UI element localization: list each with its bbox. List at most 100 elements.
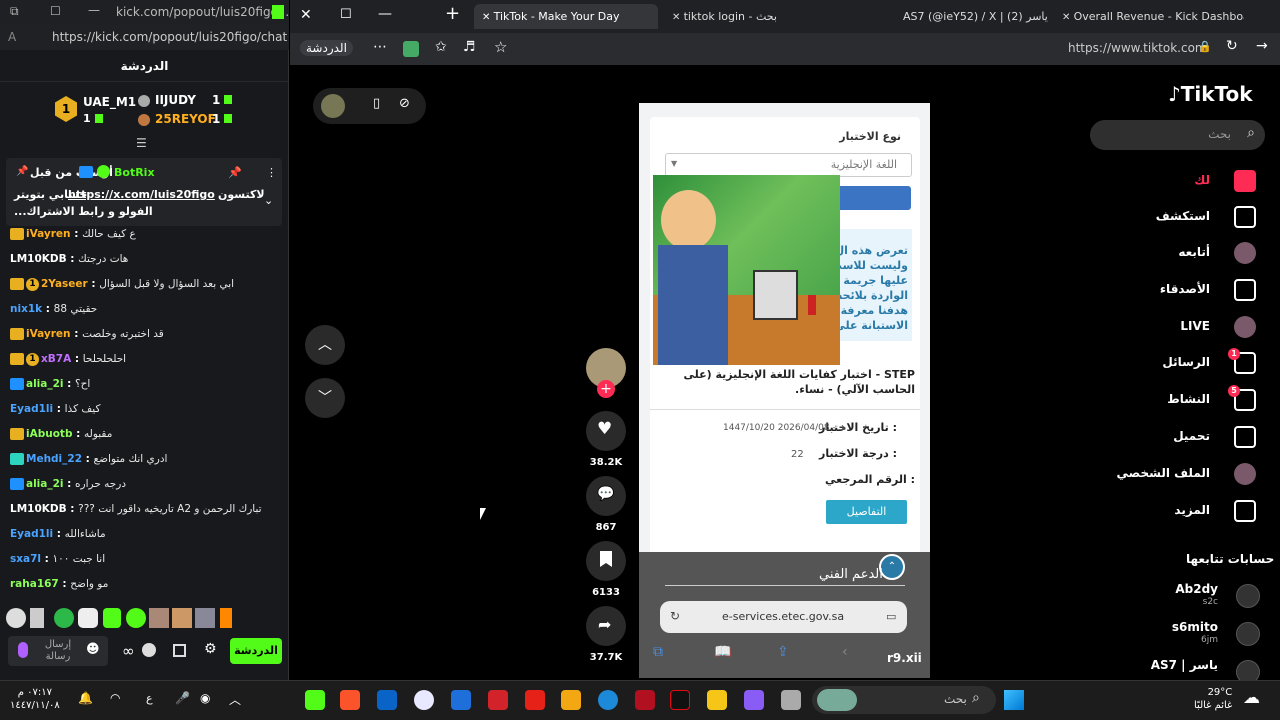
emote-icon[interactable] xyxy=(195,608,215,628)
microphone-icon[interactable] xyxy=(18,642,28,658)
close-window-icon[interactable]: ✕ xyxy=(300,7,312,23)
antivirus-icon[interactable]: ◉ xyxy=(200,691,210,705)
nav-item-6[interactable]: النشاط 5 xyxy=(1076,385,1256,411)
chat-send-button[interactable]: الدردشة xyxy=(230,638,282,664)
settings-icon[interactable]: ⚙ xyxy=(204,641,217,657)
avatar-icon[interactable] xyxy=(321,94,345,118)
follow-plus-icon[interactable]: + xyxy=(597,380,615,398)
share-button[interactable]: ➦ xyxy=(586,606,626,646)
emote-icon[interactable] xyxy=(172,608,192,628)
chat-username[interactable]: LM10KDB xyxy=(10,253,67,265)
pin-toggle-icon[interactable]: 📌 xyxy=(228,166,242,179)
nav-item-4[interactable]: LIVE xyxy=(1076,316,1256,338)
forward-icon[interactable]: → xyxy=(1256,38,1268,54)
chat-username[interactable]: Eyad1li xyxy=(10,528,53,540)
chat-username[interactable]: alia_2i xyxy=(26,478,64,490)
mail-icon[interactable] xyxy=(451,690,471,710)
nav-item-5[interactable]: الرسائل 1 xyxy=(1076,348,1256,374)
pinned-author[interactable]: BotRix xyxy=(114,166,155,179)
new-tab-icon[interactable]: + xyxy=(445,3,460,24)
office-icon[interactable] xyxy=(561,690,581,710)
taskbar-search[interactable]: بحث ⌕ xyxy=(812,686,996,714)
language-indicator[interactable]: ع xyxy=(146,692,153,705)
nav-item-8[interactable]: الملف الشخصي xyxy=(1076,463,1256,485)
chat-username[interactable]: LM10KDB xyxy=(10,503,67,515)
tiktok-logo[interactable]: ♪TikTok xyxy=(1168,82,1253,106)
phone-icon[interactable]: ▯ xyxy=(373,96,380,111)
emote-icon[interactable] xyxy=(6,608,26,628)
tab-twitter[interactable]: AS7 (@ieY52) / X | (2) ياسر xyxy=(895,4,1050,29)
tab-tiktok[interactable]: ✕ TikTok - Make Your Day xyxy=(474,4,658,29)
nav-item-1[interactable]: استكشف xyxy=(1076,206,1256,228)
close-tab-icon[interactable]: ✕ xyxy=(672,12,684,23)
l-app-icon[interactable] xyxy=(488,690,508,710)
brave-icon[interactable] xyxy=(340,690,360,710)
emote-icon[interactable] xyxy=(126,608,146,628)
add-favorite-icon[interactable]: ☆ xyxy=(494,38,507,56)
nav-item-0[interactable]: لك xyxy=(1076,170,1256,192)
wifi-icon[interactable]: ◠ xyxy=(110,691,120,705)
chat-username[interactable]: xB7A xyxy=(41,353,71,365)
compass-icon[interactable]: ⊘ xyxy=(399,96,410,111)
chrome-icon[interactable] xyxy=(414,690,434,710)
chat-username[interactable]: sxa7l xyxy=(10,553,41,565)
maximize-icon[interactable]: ☐ xyxy=(340,7,352,22)
kebab-menu-icon[interactable]: ⋮ xyxy=(266,166,277,179)
scroll-top-icon[interactable]: ⌃ xyxy=(879,554,905,580)
exam-type-select[interactable]: اللغة الإنجليزية ▼ xyxy=(665,153,912,177)
pinned-link[interactable]: https://x.com/luis20figo xyxy=(68,188,215,201)
chat-username[interactable]: iAbuotb xyxy=(26,428,72,440)
copilot-icon[interactable] xyxy=(744,690,764,710)
youtube-icon[interactable] xyxy=(525,690,545,710)
save-button[interactable] xyxy=(586,541,626,581)
microphone-icon[interactable]: 🎤 xyxy=(175,691,190,705)
nav-item-2[interactable]: أتابعه xyxy=(1076,242,1256,264)
clock[interactable]: ٠٧:١٧ م ١٤٤٧/١١/٠٨ xyxy=(10,686,60,712)
tab-kick-dashboard[interactable]: ✕ Overall Revenue - Kick Dashboard xyxy=(1054,4,1244,29)
send-message-input[interactable]: إرسال رسالة ☻ xyxy=(8,636,108,666)
previous-video-button[interactable]: ︿ xyxy=(305,325,345,365)
emote-icon[interactable] xyxy=(78,608,98,628)
chat-username[interactable]: nix1k xyxy=(10,303,42,315)
close-tab-icon[interactable]: ✕ xyxy=(1062,12,1074,23)
following-account[interactable]: s6mito 6jm xyxy=(1150,620,1260,650)
weather-widget[interactable]: 29°C غائم غالبًا xyxy=(1194,686,1232,712)
video-player[interactable]: نوع الاختبار اللغة الإنجليزية ▼ تعرض هذه… xyxy=(639,103,930,678)
store-icon[interactable] xyxy=(173,644,186,657)
emote-icon[interactable] xyxy=(149,608,169,628)
refresh-icon[interactable]: ↻ xyxy=(1226,38,1238,54)
community-icon[interactable] xyxy=(142,643,156,657)
netflix-icon[interactable] xyxy=(670,690,690,710)
notification-icon[interactable]: 🔔 xyxy=(78,691,93,705)
copy-icon[interactable]: ⧉ xyxy=(10,4,19,19)
file-explorer-icon[interactable] xyxy=(707,690,727,710)
reader-icon[interactable]: A xyxy=(8,30,16,44)
details-button[interactable]: التفاصيل xyxy=(826,500,907,524)
pinned-message[interactable]: 📌 أرسلت من قبل BotRix 📌 ⋮ حسابي بتويتر h… xyxy=(6,158,282,226)
nav-item-9[interactable]: المزيد xyxy=(1076,500,1256,522)
task-view-icon[interactable] xyxy=(781,690,801,710)
favorites-icon[interactable]: ✩ xyxy=(435,39,447,55)
emoji-icon[interactable]: ☻ xyxy=(86,642,100,657)
nav-item-7[interactable]: تحميل xyxy=(1076,426,1256,448)
tab-search[interactable]: ✕ tiktok login - بحث xyxy=(664,4,874,29)
emote-icon[interactable] xyxy=(54,608,74,628)
following-account[interactable]: Ab2dy s2c xyxy=(1150,582,1260,612)
nav-item-3[interactable]: الأصدقاء xyxy=(1076,279,1256,301)
expand-handle-icon[interactable]: ☰ xyxy=(136,136,147,150)
windows-start-icon[interactable] xyxy=(1004,690,1024,710)
emote-icon[interactable] xyxy=(103,608,121,628)
copilot-button[interactable]: الدردشة xyxy=(300,40,353,56)
chat-username[interactable]: Eyad1li xyxy=(10,403,53,415)
comment-button[interactable]: 💬 xyxy=(586,476,626,516)
minimize-icon[interactable]: — xyxy=(88,3,100,17)
more-icon[interactable]: ⋯ xyxy=(373,39,387,55)
edge-icon[interactable] xyxy=(598,690,618,710)
chat-username[interactable]: alia_2i xyxy=(26,378,64,390)
kick-app-icon[interactable] xyxy=(305,690,325,710)
emote-icon[interactable] xyxy=(220,608,232,628)
maximize-icon[interactable]: ☐ xyxy=(50,4,61,18)
chat-username[interactable]: Mehdi_22 xyxy=(26,453,82,465)
mcafee-icon[interactable] xyxy=(635,690,655,710)
emote-icon[interactable] xyxy=(30,608,44,628)
